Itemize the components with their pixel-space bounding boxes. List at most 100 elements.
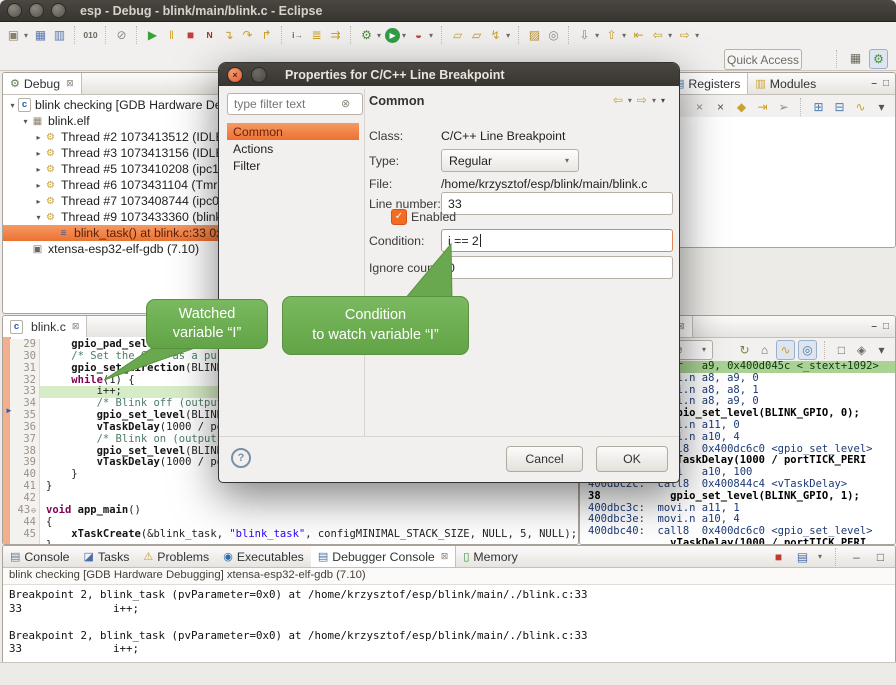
debug-perspective-icon[interactable]: ⚙ xyxy=(869,49,888,69)
view-menu-icon[interactable]: ▾ xyxy=(873,341,890,359)
minimize-icon[interactable]: – xyxy=(848,548,865,566)
previous-annotation-icon[interactable]: ⇧ xyxy=(603,26,620,44)
back-dropdown-icon[interactable]: ▾ xyxy=(668,31,672,40)
next-annotation-icon[interactable]: ⇩ xyxy=(576,26,593,44)
ignore-count-input[interactable]: 0 xyxy=(441,256,673,279)
remove-icon[interactable]: × xyxy=(691,98,708,116)
back-icon[interactable]: ⇦ xyxy=(613,93,623,107)
restore-icon[interactable]: ⇥ xyxy=(754,98,771,116)
tab-problems[interactable]: ⚠Problems xyxy=(136,546,216,567)
step-over-icon[interactable]: ↷ xyxy=(239,26,256,44)
tab-memory[interactable]: ▯Memory xyxy=(456,546,524,567)
line-number-input[interactable]: 33 xyxy=(441,192,673,215)
line-number[interactable]: 43⊖ xyxy=(10,505,40,517)
coverage-icon[interactable]: ◒ xyxy=(410,26,427,44)
breakpoint-arrow-icon[interactable]: ► xyxy=(3,406,15,415)
quick-access-input[interactable]: Quick Access xyxy=(724,49,802,70)
previous-annotation-dropdown-icon[interactable]: ▾ xyxy=(622,31,626,40)
remove-all-icon[interactable]: × xyxy=(712,98,729,116)
layout-icon[interactable]: ∿ xyxy=(852,98,869,116)
pin-icon[interactable]: ◈ xyxy=(853,341,870,359)
view-menu-icon[interactable]: ▾ xyxy=(873,98,890,116)
pointer-icon[interactable]: ➢ xyxy=(775,98,792,116)
debug-tree-item[interactable]: ▾⚙Thread #9 1073433360 (blink_task xyxy=(3,209,230,225)
add-group-icon[interactable]: ◆ xyxy=(733,98,750,116)
expand-all-icon[interactable]: ⊞ xyxy=(810,98,827,116)
new-wizard-dropdown-icon[interactable]: ▾ xyxy=(24,31,28,40)
dialog-nav-item-actions[interactable]: Actions xyxy=(227,140,359,157)
external-tools-dropdown-icon[interactable]: ▾ xyxy=(506,31,510,40)
tree-expander-icon[interactable]: ▸ xyxy=(33,165,44,174)
help-icon[interactable]: ? xyxy=(231,448,251,468)
open-resource-icon[interactable]: ▱ xyxy=(468,26,485,44)
fold-icon[interactable]: ⊖ xyxy=(31,506,36,515)
run-dropdown-icon[interactable]: ▾ xyxy=(402,31,406,40)
debug-tree-item[interactable]: ≡blink_task() at blink.c:33 0x400db xyxy=(3,225,230,241)
dialog-window-icon[interactable] xyxy=(251,67,267,83)
external-tools-icon[interactable]: ↯ xyxy=(487,26,504,44)
debug-icon[interactable]: ⚙ xyxy=(358,26,375,44)
tree-expander-icon[interactable]: ▸ xyxy=(33,197,44,206)
disconnect-icon[interactable]: N xyxy=(201,26,218,44)
run-icon[interactable]: ▶ xyxy=(385,28,400,43)
cancel-button[interactable]: Cancel xyxy=(506,446,583,472)
maximize-icon[interactable]: □ xyxy=(883,321,889,332)
condition-input[interactable]: i == 2 xyxy=(441,229,673,252)
forward-icon[interactable]: ⇨ xyxy=(637,93,647,107)
tree-expander-icon[interactable]: ▸ xyxy=(33,181,44,190)
line-number[interactable]: 30 xyxy=(10,351,40,363)
debug-tree-item[interactable]: ▸⚙Thread #2 1073413512 (IDLE : Runn xyxy=(3,129,230,145)
instruction-stepping-icon[interactable]: i→ xyxy=(289,26,306,44)
maximize-icon[interactable]: □ xyxy=(872,548,889,566)
tab-debug[interactable]: ⚙ Debug ⊠ xyxy=(3,73,82,94)
display-console-icon[interactable]: ▤ xyxy=(794,548,811,566)
collapse-all-icon[interactable]: ⊟ xyxy=(831,98,848,116)
debug-tree-item[interactable]: ▾▦blink.elf xyxy=(3,113,230,129)
dialog-close-icon[interactable]: × xyxy=(227,67,243,83)
tree-expander-icon[interactable]: ▾ xyxy=(20,117,31,126)
close-icon[interactable]: ⊠ xyxy=(441,551,449,562)
last-edit-icon[interactable]: ⇤ xyxy=(630,26,647,44)
forward-icon[interactable]: ⇨ xyxy=(676,26,693,44)
close-icon[interactable]: ⊠ xyxy=(72,321,80,332)
chevron-down-icon[interactable]: ▾ xyxy=(628,96,632,105)
debug-tree-item[interactable]: ▾cblink checking [GDB Hardware Debug xyxy=(3,97,230,113)
tree-expander-icon[interactable]: ▸ xyxy=(33,133,44,142)
enabled-checkbox[interactable]: ✓ xyxy=(391,209,407,225)
tab-tasks[interactable]: ◪Tasks xyxy=(77,546,137,567)
skip-breakpoints-icon[interactable]: ⊘ xyxy=(113,26,130,44)
open-perspective-icon[interactable]: ▦ xyxy=(847,49,864,67)
line-number[interactable]: 31 xyxy=(10,363,40,375)
clear-filter-icon[interactable]: ⊗ xyxy=(341,97,350,110)
window-maximize-icon[interactable] xyxy=(51,3,66,18)
minimize-icon[interactable]: – xyxy=(871,321,877,332)
refresh-icon[interactable]: ↻ xyxy=(736,341,753,359)
dialog-nav-item-common[interactable]: Common xyxy=(227,123,359,140)
tree-expander-icon[interactable]: ▸ xyxy=(33,149,44,158)
window-close-icon[interactable] xyxy=(7,3,22,18)
show-source-icon[interactable]: ◎ xyxy=(798,340,817,360)
debug-tree-item[interactable]: ▸⚙Thread #5 1073410208 (ipc1) (Susp xyxy=(3,161,230,177)
next-annotation-dropdown-icon[interactable]: ▾ xyxy=(595,31,599,40)
show-execution-icon[interactable]: ≣ xyxy=(308,26,325,44)
sync-icon[interactable]: ∿ xyxy=(776,340,795,360)
mark-occurrences-icon[interactable]: ▨ xyxy=(526,26,543,44)
debug-tree-item[interactable]: ▸⚙Thread #6 1073431104 (Tmr Svc) (S xyxy=(3,177,230,193)
display-console-dropdown-icon[interactable]: ▾ xyxy=(818,552,822,561)
save-all-icon[interactable]: ▥ xyxy=(51,26,68,44)
debug-tree-item[interactable]: ▣xtensa-esp32-elf-gdb (7.10) xyxy=(3,241,230,257)
back-icon[interactable]: ⇦ xyxy=(649,26,666,44)
home-icon[interactable]: ⌂ xyxy=(756,341,773,359)
toggle-mark-icon[interactable]: ◎ xyxy=(545,26,562,44)
step-return-icon[interactable]: ↱ xyxy=(258,26,275,44)
tab-blink-c[interactable]: c blink.c ⊠ xyxy=(3,316,87,337)
line-number[interactable]: 45 xyxy=(10,529,40,541)
console-output[interactable]: Breakpoint 2, blink_task (pvParameter=0x… xyxy=(3,585,895,656)
chevron-down-icon[interactable]: ▾ xyxy=(702,345,706,354)
debug-tree-item[interactable]: ▸⚙Thread #3 1073413156 (IDLE) (Susp xyxy=(3,145,230,161)
ok-button[interactable]: OK xyxy=(596,446,668,472)
step-into-icon[interactable]: ↴ xyxy=(220,26,237,44)
view-menu-icon[interactable]: ▾ xyxy=(661,96,665,105)
type-dropdown[interactable]: Regular ▾ xyxy=(441,149,579,172)
maximize-icon[interactable]: □ xyxy=(883,78,889,89)
